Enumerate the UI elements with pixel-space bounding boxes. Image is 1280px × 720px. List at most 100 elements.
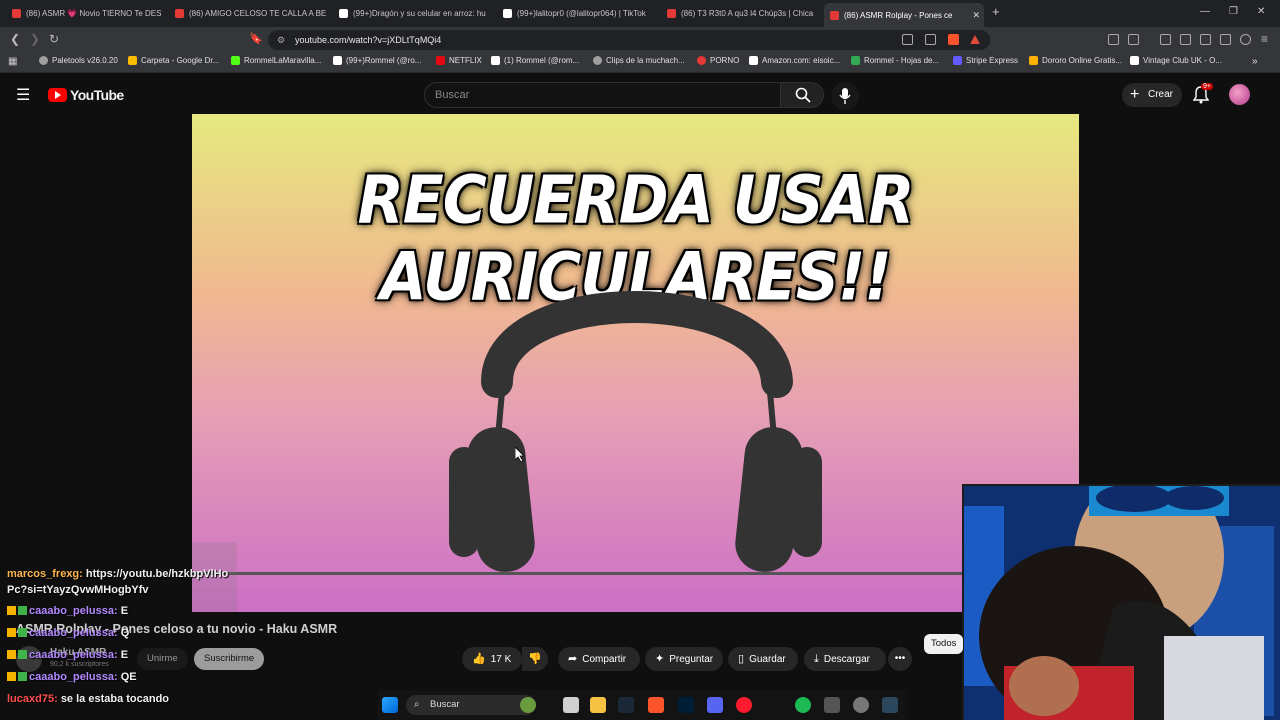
share-arrow-icon: ➦ [568, 653, 578, 665]
browser-tab-strip: (86) ASMR 💗 Novio TIERNO Te DES (86) AMI… [0, 0, 1280, 27]
avatar[interactable] [1229, 84, 1250, 105]
close-tab-icon[interactable]: ✕ [972, 10, 980, 21]
maximize-icon[interactable]: ❐ [1229, 6, 1238, 17]
share-button[interactable]: ➦ Compartir [558, 647, 640, 671]
youtube-favicon-icon [667, 9, 676, 18]
progress-bar[interactable] [192, 572, 1079, 575]
bookmark-item[interactable]: Dororo Online Gratis... [1029, 56, 1122, 65]
brave-rewards-icon[interactable] [970, 35, 980, 44]
crown-badge-icon [7, 628, 16, 637]
youtube-favicon-icon [12, 9, 21, 18]
dororo-icon [1029, 56, 1038, 65]
bookmark-item[interactable]: Rommel - Hojas de... [851, 56, 939, 65]
spotify-icon[interactable] [795, 697, 811, 713]
sub-badge-icon [18, 628, 27, 637]
new-tab-button[interactable]: + [992, 4, 1000, 19]
video-player[interactable]: RECUERDA USAR AURICULARES!! [192, 114, 1079, 612]
vpn-icon[interactable] [1240, 34, 1251, 45]
globe-icon [593, 56, 602, 65]
browser-tab-active[interactable]: (86) ASMR Rolplay - Pones ce ✕ [824, 3, 984, 27]
url-field[interactable]: ⚙ youtube.com/watch?v=jXDLtTqMQi4 [268, 30, 990, 50]
discord-icon[interactable] [707, 697, 723, 713]
apps-icon[interactable]: ▦ [8, 56, 17, 67]
sidebar-icon[interactable] [1128, 34, 1139, 45]
minimize-icon[interactable]: — [1200, 6, 1210, 17]
opera-icon[interactable] [736, 697, 752, 713]
crown-badge-icon [7, 606, 16, 615]
brave-shields-icon[interactable] [948, 34, 959, 45]
reading-list-icon[interactable] [1180, 34, 1191, 45]
taskbar-search[interactable]: ⌕ Buscar [406, 695, 536, 715]
save-bookmark-icon: ▯ [738, 653, 745, 665]
crown-badge-icon [7, 650, 16, 659]
hamburger-menu-icon[interactable]: ☰ [16, 85, 30, 105]
download-button[interactable]: ⤓ Descargar [804, 647, 886, 671]
sub-badge-icon [18, 672, 27, 681]
reload-icon[interactable]: ↻ [49, 32, 59, 46]
site-info-icon[interactable]: ⚙ [277, 30, 285, 50]
steam2-icon[interactable] [882, 697, 898, 713]
ask-button[interactable]: ✦ Preguntar [645, 647, 723, 671]
search-icon [795, 87, 811, 103]
close-window-icon[interactable]: ✕ [1257, 6, 1265, 17]
bookmark-item[interactable]: RommelLaMaravilla... [231, 56, 321, 65]
streamer-image [964, 486, 1280, 720]
task-view-icon[interactable] [563, 697, 579, 713]
leo-icon[interactable] [1220, 34, 1231, 45]
steam-icon[interactable] [618, 697, 634, 713]
bookmark-item[interactable]: PORNO [697, 56, 739, 65]
cast-icon[interactable] [902, 34, 913, 45]
youtube-logo[interactable]: YouTube [48, 87, 124, 103]
bookmark-item[interactable]: NETFLIX [436, 56, 482, 65]
plus-icon: + [1130, 86, 1140, 103]
youtube-icon [697, 56, 706, 65]
valorant-icon[interactable] [824, 697, 840, 713]
bookmark-icon[interactable]: 🔖 [249, 32, 263, 45]
start-icon[interactable] [382, 697, 398, 713]
browser-tab[interactable]: (86) ASMR 💗 Novio TIERNO Te DES [6, 4, 164, 23]
sub-badge-icon [18, 650, 27, 659]
chrome-icon[interactable] [853, 697, 869, 713]
address-bar-row: ❮ ❯ ↻ 🔖 ⚙ youtube.com/watch?v=jXDLtTqMQi… [0, 27, 1280, 53]
browser-tab[interactable]: (86) T3 R3t0 A qu3 l4 Chúp3s | Chica [661, 4, 819, 23]
share-icon[interactable] [925, 34, 936, 45]
microphone-icon [839, 88, 851, 104]
bookmark-item[interactable]: Carpeta - Google Dr... [128, 56, 219, 65]
windows-taskbar: ⌕ Buscar [378, 690, 908, 720]
more-actions-button[interactable]: ••• [888, 647, 912, 671]
create-button[interactable]: + Crear [1122, 83, 1182, 107]
bookmark-item[interactable]: Vintage Club UK - O... [1130, 56, 1222, 65]
search-button[interactable] [780, 82, 824, 108]
bookmark-item[interactable]: Amazon.com: eisoic... [749, 56, 840, 65]
search-input[interactable]: Buscar [424, 82, 781, 108]
x-icon [491, 56, 500, 65]
more-bookmarks-icon[interactable]: » [1252, 56, 1258, 67]
forward-icon[interactable]: ❯ [30, 32, 40, 46]
filter-chip-all[interactable]: Todos [924, 634, 964, 654]
brave-icon[interactable] [648, 697, 664, 713]
wallet-icon[interactable] [1200, 34, 1211, 45]
bookmark-item[interactable]: Stripe Express [953, 56, 1018, 65]
bookmark-item[interactable]: Paletools v26.0.20 [39, 56, 118, 65]
back-icon[interactable]: ❮ [10, 32, 20, 46]
sparkle-icon: ✦ [655, 653, 665, 665]
save-button[interactable]: ▯ Guardar [728, 647, 798, 671]
menu-icon[interactable]: ≡ [1261, 32, 1268, 46]
bookmark-item[interactable]: (99+)Rommel (@ro... [333, 56, 421, 65]
photoshop-icon[interactable] [678, 697, 694, 713]
bookmark-item[interactable]: Clips de la muchach... [593, 56, 685, 65]
extensions-icon[interactable] [1108, 34, 1119, 45]
folder-icon[interactable] [590, 697, 606, 713]
voice-search-button[interactable] [831, 82, 859, 110]
bookmark-item[interactable]: (1) Rommel (@rom... [491, 56, 579, 65]
bookmarks-bar: ▦ Paletools v26.0.20 Carpeta - Google Dr… [0, 53, 1280, 73]
widgets-icon[interactable] [520, 697, 536, 713]
like-button[interactable]: 👍 17 K [462, 647, 522, 671]
chat-message: caaabo_pelussa: E [0, 647, 240, 663]
browser-tab[interactable]: (86) AMIGO CELOSO TE CALLA A BE [169, 4, 327, 23]
dislike-button[interactable]: 👎 [522, 647, 548, 671]
browser-tab[interactable]: (99+)Dragón y su celular en arroz: hu [333, 4, 491, 23]
browser-tab[interactable]: (99+)lalitopr0 (@lalitopr064) | TikTok [497, 4, 655, 23]
media-icon[interactable] [1160, 34, 1171, 45]
notifications-button[interactable]: 9+ [1192, 83, 1213, 109]
